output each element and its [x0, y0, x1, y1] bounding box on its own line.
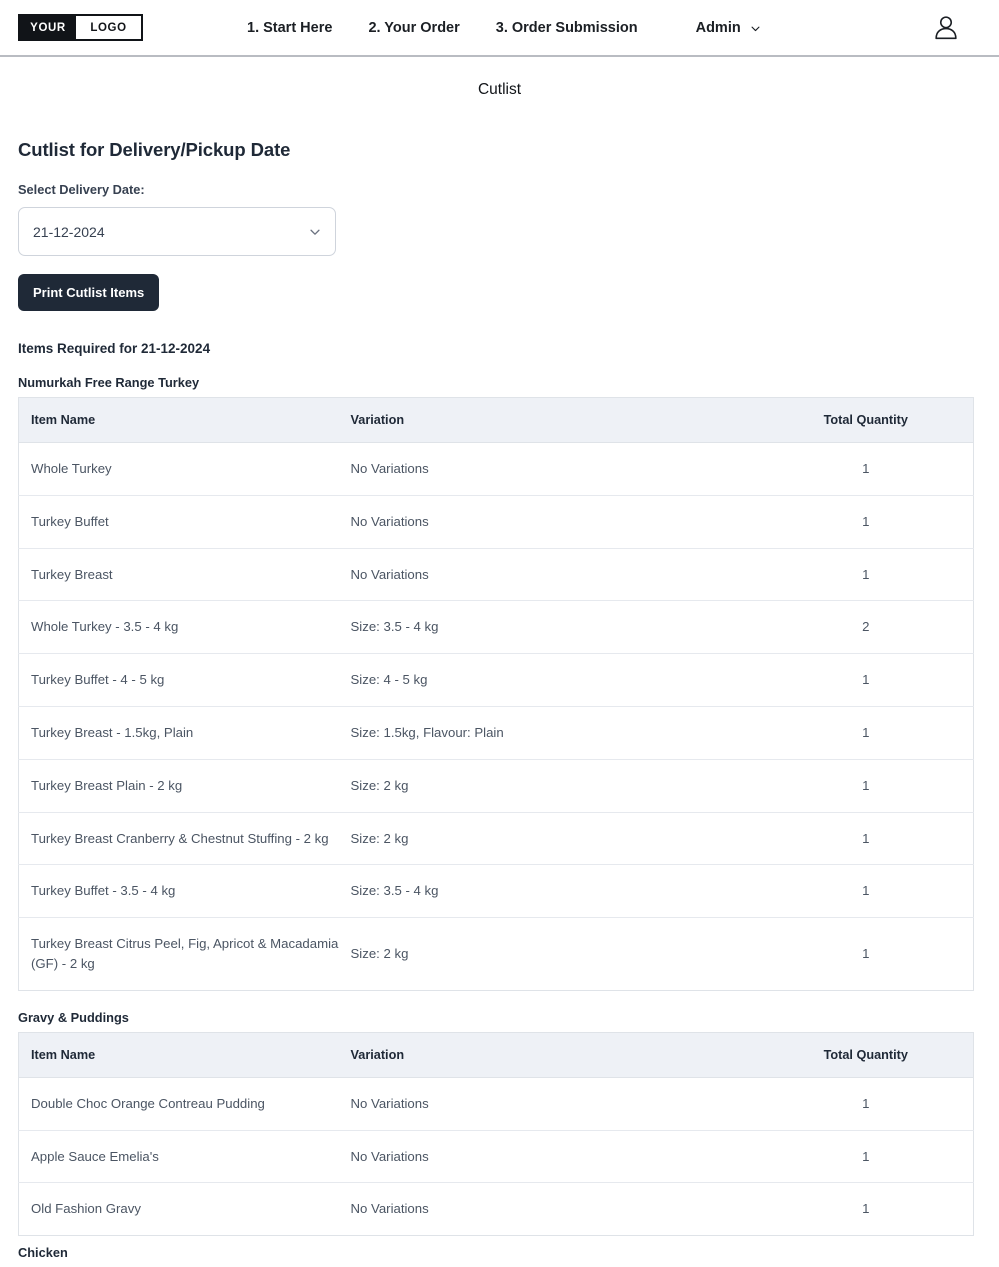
group-title-turkey: Numurkah Free Range Turkey — [18, 375, 200, 390]
top-navbar: YOUR LOGO 1. Start Here 2. Your Order 3.… — [0, 0, 999, 57]
group-title-chicken: Chicken — [18, 1245, 68, 1261]
cell-variation: No Variations — [350, 1201, 429, 1217]
table-row: Turkey Buffet - 4 - 5 kg Size: 4 - 5 kg … — [18, 653, 974, 707]
user-account-icon — [935, 15, 957, 39]
column-header-variation: Variation — [338, 1032, 759, 1078]
cell-variation: Size: 1.5kg, Flavour: Plain — [338, 706, 759, 760]
logo-your-text: YOUR — [20, 16, 76, 39]
column-header-total-quantity: Total Quantity — [758, 397, 974, 443]
items-required-label: Items Required for 21-12-2024 — [18, 341, 211, 356]
date-field-label: Select Delivery Date: — [18, 182, 145, 197]
delivery-date-select[interactable]: 21-12-2024 — [18, 207, 336, 256]
cell-total-quantity: 1 — [758, 548, 974, 602]
nav-link-order-submission[interactable]: 3. Order Submission — [496, 20, 638, 36]
cell-total-quantity: 1 — [758, 653, 974, 707]
admin-menu[interactable]: Admin — [696, 20, 761, 36]
table-header-row: Item Name Variation Total Quantity — [18, 1032, 974, 1078]
cell-total-quantity: 1 — [758, 1077, 974, 1131]
cell-variation: Size: 2 kg — [350, 946, 409, 962]
cell-total-quantity: 1 — [862, 946, 870, 962]
table-row: Turkey Breast - 1.5kg, Plain Size: 1.5kg… — [18, 706, 974, 760]
cell-variation: No Variations — [338, 1130, 759, 1184]
table-row: Apple Sauce Emelia's No Variations 1 — [18, 1130, 974, 1184]
logo-logo-text: LOGO — [76, 16, 141, 39]
cell-total-quantity: 1 — [862, 1201, 870, 1217]
cutlist-table-turkey: Item Name Variation Total Quantity Whole… — [18, 397, 974, 991]
cell-variation: Size: 2 kg — [338, 759, 759, 813]
section-heading: Cutlist for Delivery/Pickup Date — [18, 139, 291, 160]
cell-item-name: Turkey Breast Citrus Peel, Fig, Apricot … — [31, 936, 339, 971]
primary-nav: 1. Start Here 2. Your Order 3. Order Sub… — [247, 20, 638, 36]
cell-variation: Size: 3.5 - 4 kg — [338, 864, 759, 919]
group-title-gravy-puddings: Gravy & Puddings — [18, 1009, 129, 1025]
table-row: Turkey Buffet No Variations 1 — [18, 495, 974, 549]
table-row: Double Choc Orange Contreau Pudding No V… — [18, 1077, 974, 1131]
cell-variation: No Variations — [338, 548, 759, 602]
admin-menu-label: Admin — [695, 19, 741, 36]
cell-item-name: Turkey Buffet — [18, 495, 339, 549]
page-content: Cutlist Cutlist for Delivery/Pickup Date… — [0, 81, 999, 1260]
page-title: Cutlist — [477, 81, 522, 98]
column-header-total-quantity: Total Quantity — [758, 1032, 974, 1078]
cell-total-quantity: 1 — [758, 1130, 974, 1184]
cell-total-quantity: 1 — [758, 812, 974, 866]
chevron-down-icon — [750, 22, 761, 33]
cell-item-name: Turkey Breast Plain - 2 kg — [18, 759, 339, 813]
table-row: Turkey Breast Plain - 2 kg Size: 2 kg 1 — [18, 759, 974, 813]
nav-link-start-here[interactable]: 1. Start Here — [247, 20, 332, 36]
cell-total-quantity: 2 — [758, 600, 974, 655]
column-header-variation: Variation — [338, 397, 759, 443]
cell-variation: Size: 4 - 5 kg — [338, 653, 759, 707]
table-row: Turkey Breast Citrus Peel, Fig, Apricot … — [19, 918, 974, 991]
site-logo[interactable]: YOUR LOGO — [18, 14, 143, 41]
table-row: Turkey Breast Cranberry & Chestnut Stuff… — [18, 812, 974, 866]
cell-total-quantity: 1 — [758, 442, 974, 496]
cell-item-name: Double Choc Orange Contreau Pudding — [18, 1077, 339, 1131]
column-header-item-name: Item Name — [18, 397, 339, 443]
cell-variation: No Variations — [338, 495, 759, 549]
cell-variation: No Variations — [338, 1077, 759, 1131]
cell-item-name: Whole Turkey - 3.5 - 4 kg — [18, 600, 339, 655]
cell-item-name: Whole Turkey — [18, 442, 339, 496]
account-button[interactable] — [931, 13, 961, 43]
table-row: Whole Turkey No Variations 1 — [18, 442, 974, 496]
cell-variation: No Variations — [338, 442, 759, 496]
cell-variation: Size: 2 kg — [338, 812, 759, 866]
column-header-item-name: Item Name — [18, 1032, 339, 1078]
cell-item-name: Turkey Buffet - 3.5 - 4 kg — [18, 864, 339, 919]
table-row: Turkey Buffet - 3.5 - 4 kg Size: 3.5 - 4… — [18, 864, 974, 919]
cell-total-quantity: 1 — [758, 495, 974, 549]
cell-variation: Size: 3.5 - 4 kg — [338, 600, 759, 655]
table-row: Old Fashion Gravy No Variations 1 — [19, 1183, 974, 1236]
cell-item-name: Turkey Breast - 1.5kg, Plain — [18, 706, 339, 760]
cutlist-table-gravy-puddings: Item Name Variation Total Quantity Doubl… — [18, 1031, 974, 1237]
cell-total-quantity: 1 — [758, 706, 974, 760]
cell-item-name: Turkey Breast — [18, 548, 339, 602]
cell-item-name: Apple Sauce Emelia's — [18, 1130, 339, 1184]
cell-item-name: Turkey Buffet - 4 - 5 kg — [18, 653, 339, 707]
nav-link-your-order[interactable]: 2. Your Order — [368, 20, 459, 36]
delivery-date-select-wrapper: 21-12-2024 — [18, 207, 336, 256]
print-cutlist-items-button[interactable]: Print Cutlist Items — [18, 274, 160, 311]
cell-total-quantity: 1 — [758, 864, 974, 919]
delivery-date-selected-value: 21-12-2024 — [33, 223, 105, 240]
table-header-row: Item Name Variation Total Quantity — [18, 397, 974, 443]
cell-item-name: Old Fashion Gravy — [31, 1201, 141, 1217]
cell-total-quantity: 1 — [758, 759, 974, 813]
table-row: Whole Turkey - 3.5 - 4 kg Size: 3.5 - 4 … — [18, 600, 974, 655]
table-row: Turkey Breast No Variations 1 — [18, 548, 974, 602]
cell-item-name: Turkey Breast Cranberry & Chestnut Stuff… — [18, 812, 339, 866]
